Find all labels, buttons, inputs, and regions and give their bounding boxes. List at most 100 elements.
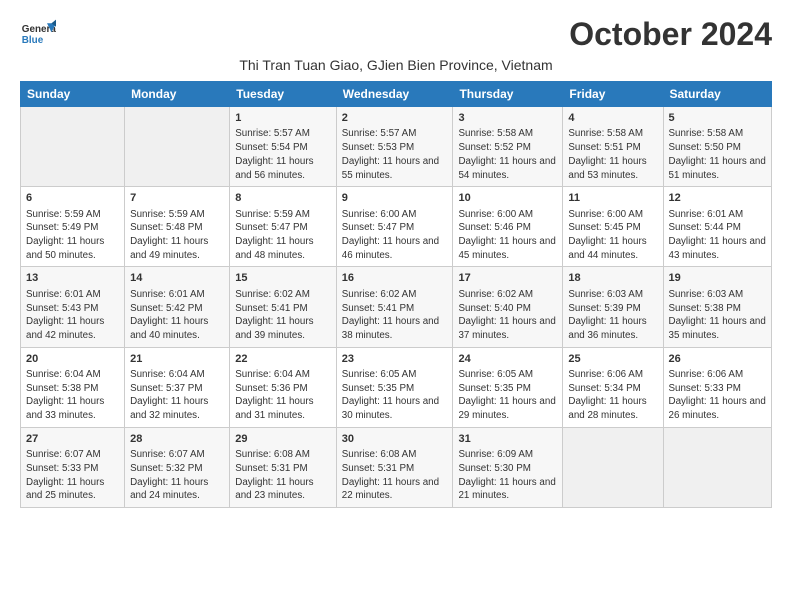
- calendar-cell: [125, 107, 230, 187]
- day-number: 26: [669, 352, 767, 367]
- calendar-cell: [663, 427, 772, 507]
- day-number: 22: [235, 352, 331, 367]
- day-number: 13: [26, 271, 119, 286]
- day-number: 11: [568, 191, 657, 206]
- calendar-cell: 13 Sunrise: 6:01 AM Sunset: 5:43 PM Dayli…: [21, 267, 125, 347]
- calendar-cell: 31Sunrise: 6:09 AM Sunset: 5:30 PM Dayli…: [453, 427, 563, 507]
- day-number: 27: [26, 432, 119, 447]
- calendar-cell: 29Sunrise: 6:08 AM Sunset: 5:31 PM Dayli…: [230, 427, 337, 507]
- calendar-cell: 20Sunrise: 6:04 AM Sunset: 5:38 PM Dayli…: [21, 347, 125, 427]
- day-info: Sunrise: 5:59 AM Sunset: 5:49 PM Dayligh…: [26, 208, 119, 263]
- day-info: Sunrise: 6:03 AM Sunset: 5:38 PM Dayligh…: [669, 288, 767, 343]
- day-info: Sunrise: 6:06 AM Sunset: 5:33 PM Dayligh…: [669, 368, 767, 423]
- logo: General Blue: [20, 16, 56, 52]
- day-info: Sunrise: 5:57 AM Sunset: 5:54 PM Dayligh…: [235, 127, 331, 182]
- header-friday: Friday: [563, 82, 663, 107]
- day-info: Sunrise: 5:58 AM Sunset: 5:51 PM Dayligh…: [568, 127, 657, 182]
- day-number: 24: [458, 352, 557, 367]
- calendar-cell: 23Sunrise: 6:05 AM Sunset: 5:35 PM Dayli…: [336, 347, 453, 427]
- day-info: Sunrise: 6:08 AM Sunset: 5:31 PM Dayligh…: [342, 448, 448, 503]
- month-title: October 2024: [569, 16, 772, 53]
- day-number: 5: [669, 111, 767, 126]
- day-number: 17: [458, 271, 557, 286]
- calendar-cell: 17 Sunrise: 6:02 AM Sunset: 5:40 PM Dayli…: [453, 267, 563, 347]
- day-number: 21: [130, 352, 224, 367]
- calendar-cell: 25Sunrise: 6:06 AM Sunset: 5:34 PM Dayli…: [563, 347, 663, 427]
- day-number: 19: [669, 271, 767, 286]
- calendar-cell: [563, 427, 663, 507]
- day-number: 9: [342, 191, 448, 206]
- calendar-cell: 18Sunrise: 6:03 AM Sunset: 5:39 PM Dayli…: [563, 267, 663, 347]
- header-thursday: Thursday: [453, 82, 563, 107]
- svg-text:Blue: Blue: [22, 35, 44, 46]
- day-info: Sunrise: 5:58 AM Sunset: 5:52 PM Dayligh…: [458, 127, 557, 182]
- day-info: Sunrise: 6:02 AM Sunset: 5:41 PM Dayligh…: [342, 288, 448, 343]
- day-number: 16: [342, 271, 448, 286]
- day-info: Sunrise: 6:04 AM Sunset: 5:37 PM Dayligh…: [130, 368, 224, 423]
- calendar-table: SundayMondayTuesdayWednesdayThursdayFrid…: [20, 81, 772, 508]
- calendar-cell: 19 Sunrise: 6:03 AM Sunset: 5:38 PM Dayli…: [663, 267, 772, 347]
- day-info: Sunrise: 5:58 AM Sunset: 5:50 PM Dayligh…: [669, 127, 767, 182]
- header-saturday: Saturday: [663, 82, 772, 107]
- calendar-cell: 4Sunrise: 5:58 AM Sunset: 5:51 PM Daylig…: [563, 107, 663, 187]
- day-number: 12: [669, 191, 767, 206]
- week-row-2: 6 Sunrise: 5:59 AM Sunset: 5:49 PM Daylig…: [21, 187, 772, 267]
- header-monday: Monday: [125, 82, 230, 107]
- calendar-cell: 2Sunrise: 5:57 AM Sunset: 5:53 PM Daylig…: [336, 107, 453, 187]
- day-number: 1: [235, 111, 331, 126]
- calendar-cell: 10Sunrise: 6:00 AM Sunset: 5:46 PM Dayli…: [453, 187, 563, 267]
- calendar-cell: 11 Sunrise: 6:00 AM Sunset: 5:45 PM Dayli…: [563, 187, 663, 267]
- day-info: Sunrise: 6:05 AM Sunset: 5:35 PM Dayligh…: [458, 368, 557, 423]
- header-tuesday: Tuesday: [230, 82, 337, 107]
- calendar-cell: 14Sunrise: 6:01 AM Sunset: 5:42 PM Dayli…: [125, 267, 230, 347]
- calendar-cell: 28Sunrise: 6:07 AM Sunset: 5:32 PM Dayli…: [125, 427, 230, 507]
- calendar-cell: 26Sunrise: 6:06 AM Sunset: 5:33 PM Dayli…: [663, 347, 772, 427]
- calendar-cell: 6 Sunrise: 5:59 AM Sunset: 5:49 PM Daylig…: [21, 187, 125, 267]
- calendar-subtitle: Thi Tran Tuan Giao, GJien Bien Province,…: [20, 57, 772, 73]
- calendar-cell: 22Sunrise: 6:04 AM Sunset: 5:36 PM Dayli…: [230, 347, 337, 427]
- week-row-3: 13 Sunrise: 6:01 AM Sunset: 5:43 PM Dayli…: [21, 267, 772, 347]
- day-number: 6: [26, 191, 119, 206]
- day-number: 15: [235, 271, 331, 286]
- calendar-cell: 27Sunrise: 6:07 AM Sunset: 5:33 PM Dayli…: [21, 427, 125, 507]
- calendar-cell: 5Sunrise: 5:58 AM Sunset: 5:50 PM Daylig…: [663, 107, 772, 187]
- day-info: Sunrise: 6:09 AM Sunset: 5:30 PM Dayligh…: [458, 448, 557, 503]
- day-info: Sunrise: 6:07 AM Sunset: 5:32 PM Dayligh…: [130, 448, 224, 503]
- day-info: Sunrise: 6:05 AM Sunset: 5:35 PM Dayligh…: [342, 368, 448, 423]
- day-number: 20: [26, 352, 119, 367]
- calendar-cell: 3Sunrise: 5:58 AM Sunset: 5:52 PM Daylig…: [453, 107, 563, 187]
- day-info: Sunrise: 6:00 AM Sunset: 5:46 PM Dayligh…: [458, 208, 557, 263]
- day-number: 4: [568, 111, 657, 126]
- day-info: Sunrise: 6:02 AM Sunset: 5:41 PM Dayligh…: [235, 288, 331, 343]
- header-wednesday: Wednesday: [336, 82, 453, 107]
- day-number: 31: [458, 432, 557, 447]
- calendar-cell: 30Sunrise: 6:08 AM Sunset: 5:31 PM Dayli…: [336, 427, 453, 507]
- day-info: Sunrise: 5:59 AM Sunset: 5:48 PM Dayligh…: [130, 208, 224, 263]
- day-number: 30: [342, 432, 448, 447]
- calendar-cell: 9 Sunrise: 6:00 AM Sunset: 5:47 PM Daylig…: [336, 187, 453, 267]
- week-row-4: 20Sunrise: 6:04 AM Sunset: 5:38 PM Dayli…: [21, 347, 772, 427]
- week-row-1: 1Sunrise: 5:57 AM Sunset: 5:54 PM Daylig…: [21, 107, 772, 187]
- day-info: Sunrise: 6:06 AM Sunset: 5:34 PM Dayligh…: [568, 368, 657, 423]
- calendar-cell: 16 Sunrise: 6:02 AM Sunset: 5:41 PM Dayli…: [336, 267, 453, 347]
- day-info: Sunrise: 6:04 AM Sunset: 5:38 PM Dayligh…: [26, 368, 119, 423]
- day-number: 18: [568, 271, 657, 286]
- day-number: 25: [568, 352, 657, 367]
- day-info: Sunrise: 6:01 AM Sunset: 5:43 PM Dayligh…: [26, 288, 119, 343]
- day-info: Sunrise: 6:00 AM Sunset: 5:45 PM Dayligh…: [568, 208, 657, 263]
- day-info: Sunrise: 6:00 AM Sunset: 5:47 PM Dayligh…: [342, 208, 448, 263]
- calendar-cell: 15 Sunrise: 6:02 AM Sunset: 5:41 PM Dayli…: [230, 267, 337, 347]
- day-number: 28: [130, 432, 224, 447]
- logo-icon: General Blue: [20, 16, 56, 52]
- calendar-cell: 12Sunrise: 6:01 AM Sunset: 5:44 PM Dayli…: [663, 187, 772, 267]
- calendar-cell: 7 Sunrise: 5:59 AM Sunset: 5:48 PM Daylig…: [125, 187, 230, 267]
- day-number: 2: [342, 111, 448, 126]
- days-header-row: SundayMondayTuesdayWednesdayThursdayFrid…: [21, 82, 772, 107]
- day-info: Sunrise: 6:02 AM Sunset: 5:40 PM Dayligh…: [458, 288, 557, 343]
- day-info: Sunrise: 6:07 AM Sunset: 5:33 PM Dayligh…: [26, 448, 119, 503]
- day-number: 7: [130, 191, 224, 206]
- calendar-cell: 1Sunrise: 5:57 AM Sunset: 5:54 PM Daylig…: [230, 107, 337, 187]
- day-info: Sunrise: 6:08 AM Sunset: 5:31 PM Dayligh…: [235, 448, 331, 503]
- day-number: 3: [458, 111, 557, 126]
- day-info: Sunrise: 5:57 AM Sunset: 5:53 PM Dayligh…: [342, 127, 448, 182]
